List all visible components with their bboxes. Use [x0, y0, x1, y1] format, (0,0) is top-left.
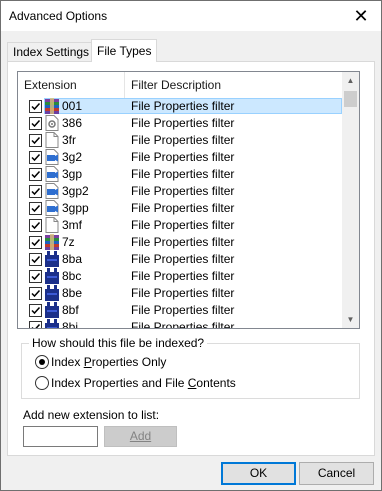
- filter-description-cell: File Properties filter: [131, 320, 235, 329]
- title-bar: Advanced Options ✕: [1, 1, 381, 31]
- ok-button[interactable]: OK: [221, 462, 296, 485]
- filter-description-cell: File Properties filter: [131, 235, 235, 249]
- include-checkbox[interactable]: [29, 168, 42, 181]
- filter-description-cell: File Properties filter: [131, 99, 235, 113]
- extension-cell: 3fr: [62, 133, 77, 147]
- extension-cell: 001: [62, 99, 83, 113]
- list-item[interactable]: 3gp File Properties filter: [18, 166, 342, 183]
- extension-cell: 8ba: [62, 252, 83, 266]
- extension-cell: 3mf: [62, 218, 83, 232]
- filter-description-cell: File Properties filter: [131, 167, 235, 181]
- advanced-options-dialog: Advanced Options ✕ Index Settings File T…: [0, 0, 382, 491]
- include-checkbox[interactable]: [29, 321, 42, 328]
- add-extension-label: Add new extension to list:: [23, 408, 160, 422]
- scroll-down-arrow-icon[interactable]: ▼: [342, 311, 359, 328]
- include-checkbox[interactable]: [29, 287, 42, 300]
- extension-cell: 3gp2: [62, 184, 89, 198]
- column-header-extension[interactable]: Extension: [18, 72, 125, 99]
- extension-cell: 8bf: [62, 303, 79, 317]
- filter-description-cell: File Properties filter: [131, 252, 235, 266]
- list-item[interactable]: 8bf File Properties filter: [18, 302, 342, 319]
- list-header: Extension Filter Description: [18, 72, 342, 99]
- include-checkbox[interactable]: [29, 236, 42, 249]
- filter-description-cell: File Properties filter: [131, 269, 235, 283]
- filter-description-cell: File Properties filter: [131, 303, 235, 317]
- include-checkbox[interactable]: [29, 100, 42, 113]
- extension-cell: 8bc: [62, 269, 82, 283]
- include-checkbox[interactable]: [29, 202, 42, 215]
- list-item[interactable]: 3gpp File Properties filter: [18, 200, 342, 217]
- list-item[interactable]: 8bi File Properties filter: [18, 319, 342, 329]
- extension-cell: 8bi: [62, 320, 79, 329]
- include-checkbox[interactable]: [29, 117, 42, 130]
- list-item[interactable]: 8bc File Properties filter: [18, 268, 342, 285]
- index-method-group: [21, 343, 360, 399]
- index-properties-and-contents-label[interactable]: Index Properties and File Contents: [51, 376, 236, 390]
- video-file-icon: [45, 200, 59, 216]
- blank-file-icon: [45, 217, 59, 233]
- scrollbar-thumb[interactable]: [344, 91, 357, 107]
- list-item[interactable]: 3fr File Properties filter: [18, 132, 342, 149]
- archive-icon: [45, 234, 59, 250]
- list-rows: 001 File Properties filter 386 File Propert…: [18, 98, 342, 329]
- list-item[interactable]: 001 File Properties filter: [18, 98, 342, 115]
- index-properties-and-contents-radio[interactable]: [35, 376, 49, 390]
- cancel-button[interactable]: Cancel: [299, 462, 374, 485]
- list-item[interactable]: 3mf File Properties filter: [18, 217, 342, 234]
- close-icon[interactable]: ✕: [349, 5, 373, 27]
- tab-bar: Index Settings File Types: [7, 39, 377, 63]
- add-extension-button: Add: [104, 426, 177, 447]
- video-file-icon: [45, 149, 59, 165]
- plugin-icon: [45, 302, 59, 318]
- list-item[interactable]: 3g2 File Properties filter: [18, 149, 342, 166]
- include-checkbox[interactable]: [29, 253, 42, 266]
- list-item[interactable]: 8be File Properties filter: [18, 285, 342, 302]
- extension-cell: 386: [62, 116, 83, 130]
- video-file-icon: [45, 166, 59, 182]
- archive-icon: [45, 98, 59, 114]
- video-file-icon: [45, 183, 59, 199]
- filter-description-cell: File Properties filter: [131, 116, 235, 130]
- window-title: Advanced Options: [9, 9, 108, 23]
- list-item[interactable]: 3gp2 File Properties filter: [18, 183, 342, 200]
- filter-description-cell: File Properties filter: [131, 201, 235, 215]
- scroll-up-arrow-icon[interactable]: ▲: [342, 72, 359, 89]
- list-scrollbar[interactable]: ▲ ▼: [342, 72, 359, 328]
- list-item[interactable]: 386 File Properties filter: [18, 115, 342, 132]
- include-checkbox[interactable]: [29, 185, 42, 198]
- blank-file-icon: [45, 132, 59, 148]
- extension-cell: 3gp: [62, 167, 83, 181]
- include-checkbox[interactable]: [29, 219, 42, 232]
- plugin-icon: [45, 285, 59, 301]
- tab-index-settings[interactable]: Index Settings: [7, 42, 96, 61]
- extension-cell: 3g2: [62, 150, 83, 164]
- add-extension-input[interactable]: [23, 426, 98, 447]
- plugin-icon: [45, 319, 59, 328]
- extension-cell: 8be: [62, 286, 83, 300]
- filter-description-cell: File Properties filter: [131, 184, 235, 198]
- index-properties-only-label[interactable]: Index Properties Only: [51, 355, 166, 369]
- tab-file-types[interactable]: File Types: [91, 39, 158, 62]
- filter-description-cell: File Properties filter: [131, 286, 235, 300]
- index-properties-only-radio[interactable]: [35, 355, 49, 369]
- list-item[interactable]: 7z File Properties filter: [18, 234, 342, 251]
- include-checkbox[interactable]: [29, 134, 42, 147]
- plugin-icon: [45, 268, 59, 284]
- filter-description-cell: File Properties filter: [131, 133, 235, 147]
- column-header-filter-description[interactable]: Filter Description: [125, 72, 342, 99]
- include-checkbox[interactable]: [29, 151, 42, 164]
- radio-selected-dot: [39, 359, 45, 365]
- include-checkbox[interactable]: [29, 270, 42, 283]
- plugin-icon: [45, 251, 59, 267]
- extension-cell: 3gpp: [62, 201, 89, 215]
- extension-cell: 7z: [62, 235, 75, 249]
- index-method-group-title: How should this file be indexed?: [29, 336, 208, 350]
- filter-description-cell: File Properties filter: [131, 218, 235, 232]
- filter-description-cell: File Properties filter: [131, 150, 235, 164]
- include-checkbox[interactable]: [29, 304, 42, 317]
- system-file-icon: [45, 115, 59, 131]
- file-types-list[interactable]: Extension Filter Description 001 File Pro…: [17, 71, 360, 329]
- list-item[interactable]: 8ba File Properties filter: [18, 251, 342, 268]
